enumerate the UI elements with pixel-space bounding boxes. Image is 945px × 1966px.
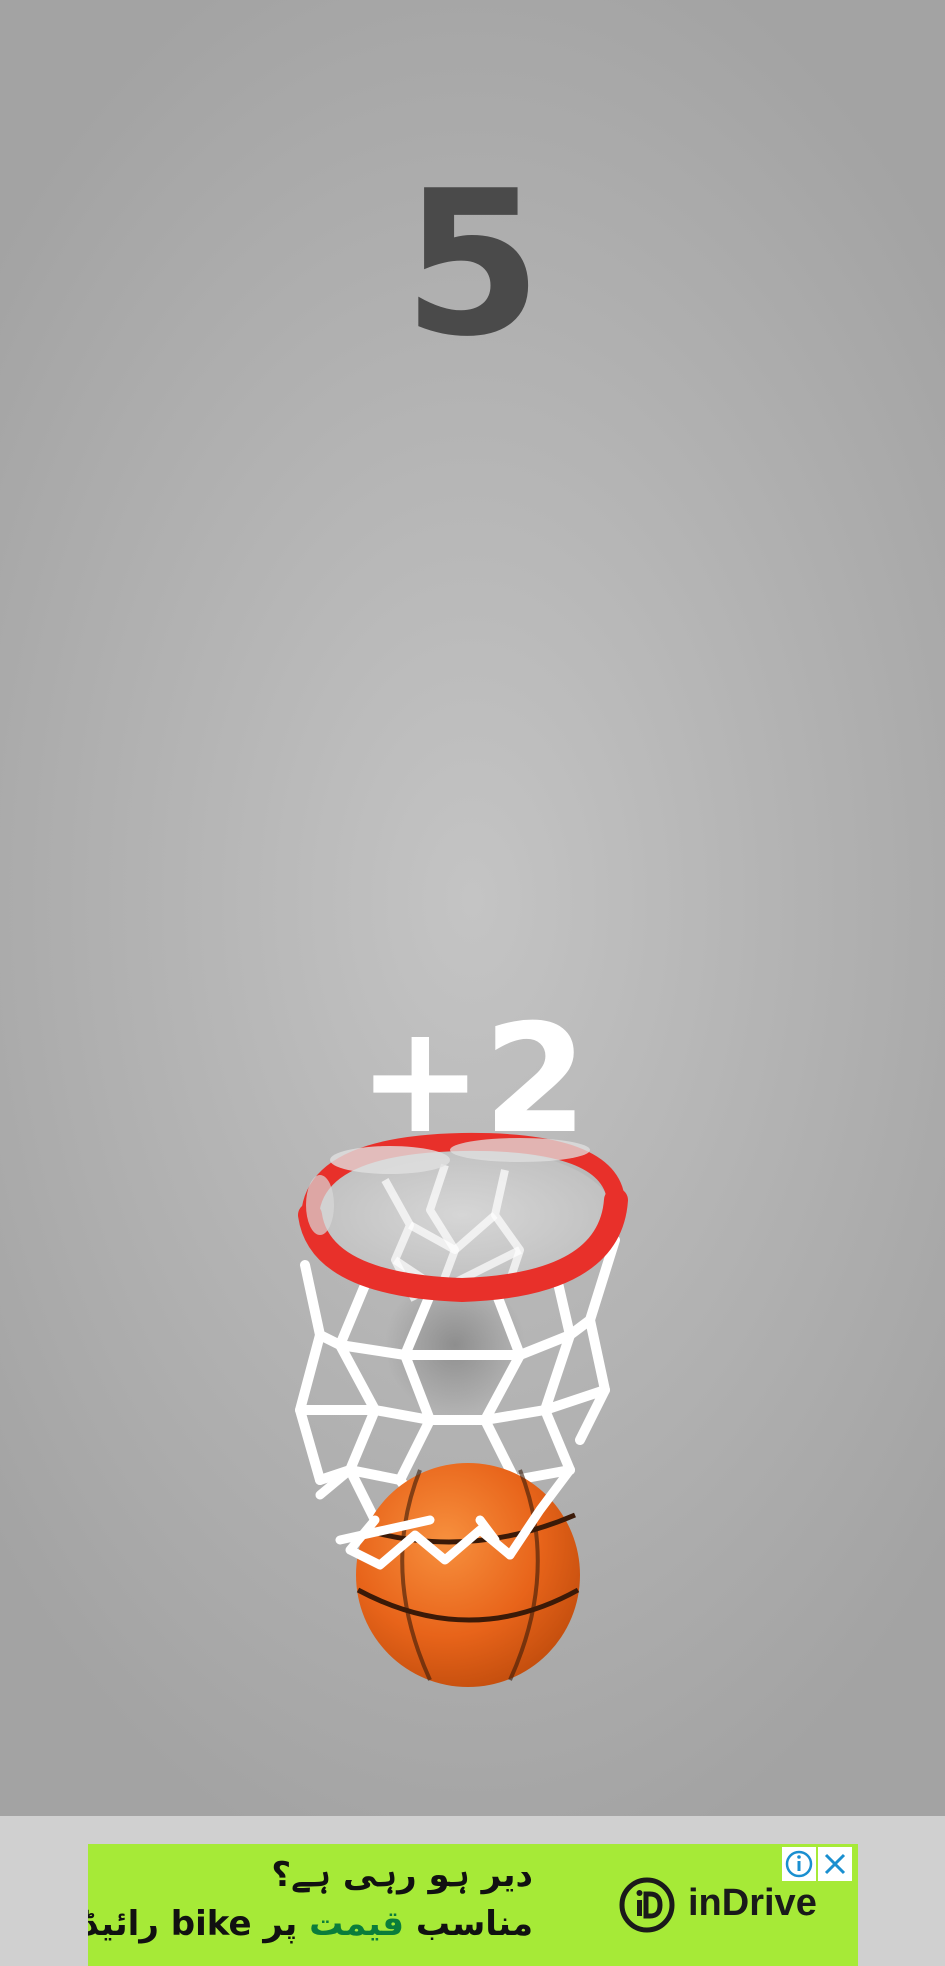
indrive-logo-icon — [619, 1877, 675, 1933]
ad-content[interactable]: دیر ہو رہی ہے؟ مناسب قیمت پر bike رائیڈ … — [88, 1844, 858, 1966]
score-counter: 5 — [402, 148, 543, 381]
points-popup: +2 — [357, 993, 588, 1167]
ad-headline: دیر ہو رہی ہے؟ — [271, 1855, 533, 1895]
game-area[interactable]: 5 +2 — [0, 0, 945, 1816]
ad-banner: دیر ہو رہی ہے؟ مناسب قیمت پر bike رائیڈ … — [0, 1816, 945, 1966]
ad-brand: inDrive — [688, 1882, 817, 1924]
ad-subline: مناسب قیمت پر bike رائیڈ آرڈر کریں — [88, 1904, 533, 1944]
ad-subline-start: مناسب — [404, 1904, 533, 1944]
ad-subline-end: پر bike رائیڈ آرڈر کریں — [88, 1904, 298, 1944]
close-icon[interactable] — [818, 1847, 852, 1881]
info-icon[interactable] — [782, 1847, 816, 1881]
ad-subline-highlight: قیمت — [309, 1904, 405, 1944]
hoop-and-ball — [295, 1132, 628, 1687]
